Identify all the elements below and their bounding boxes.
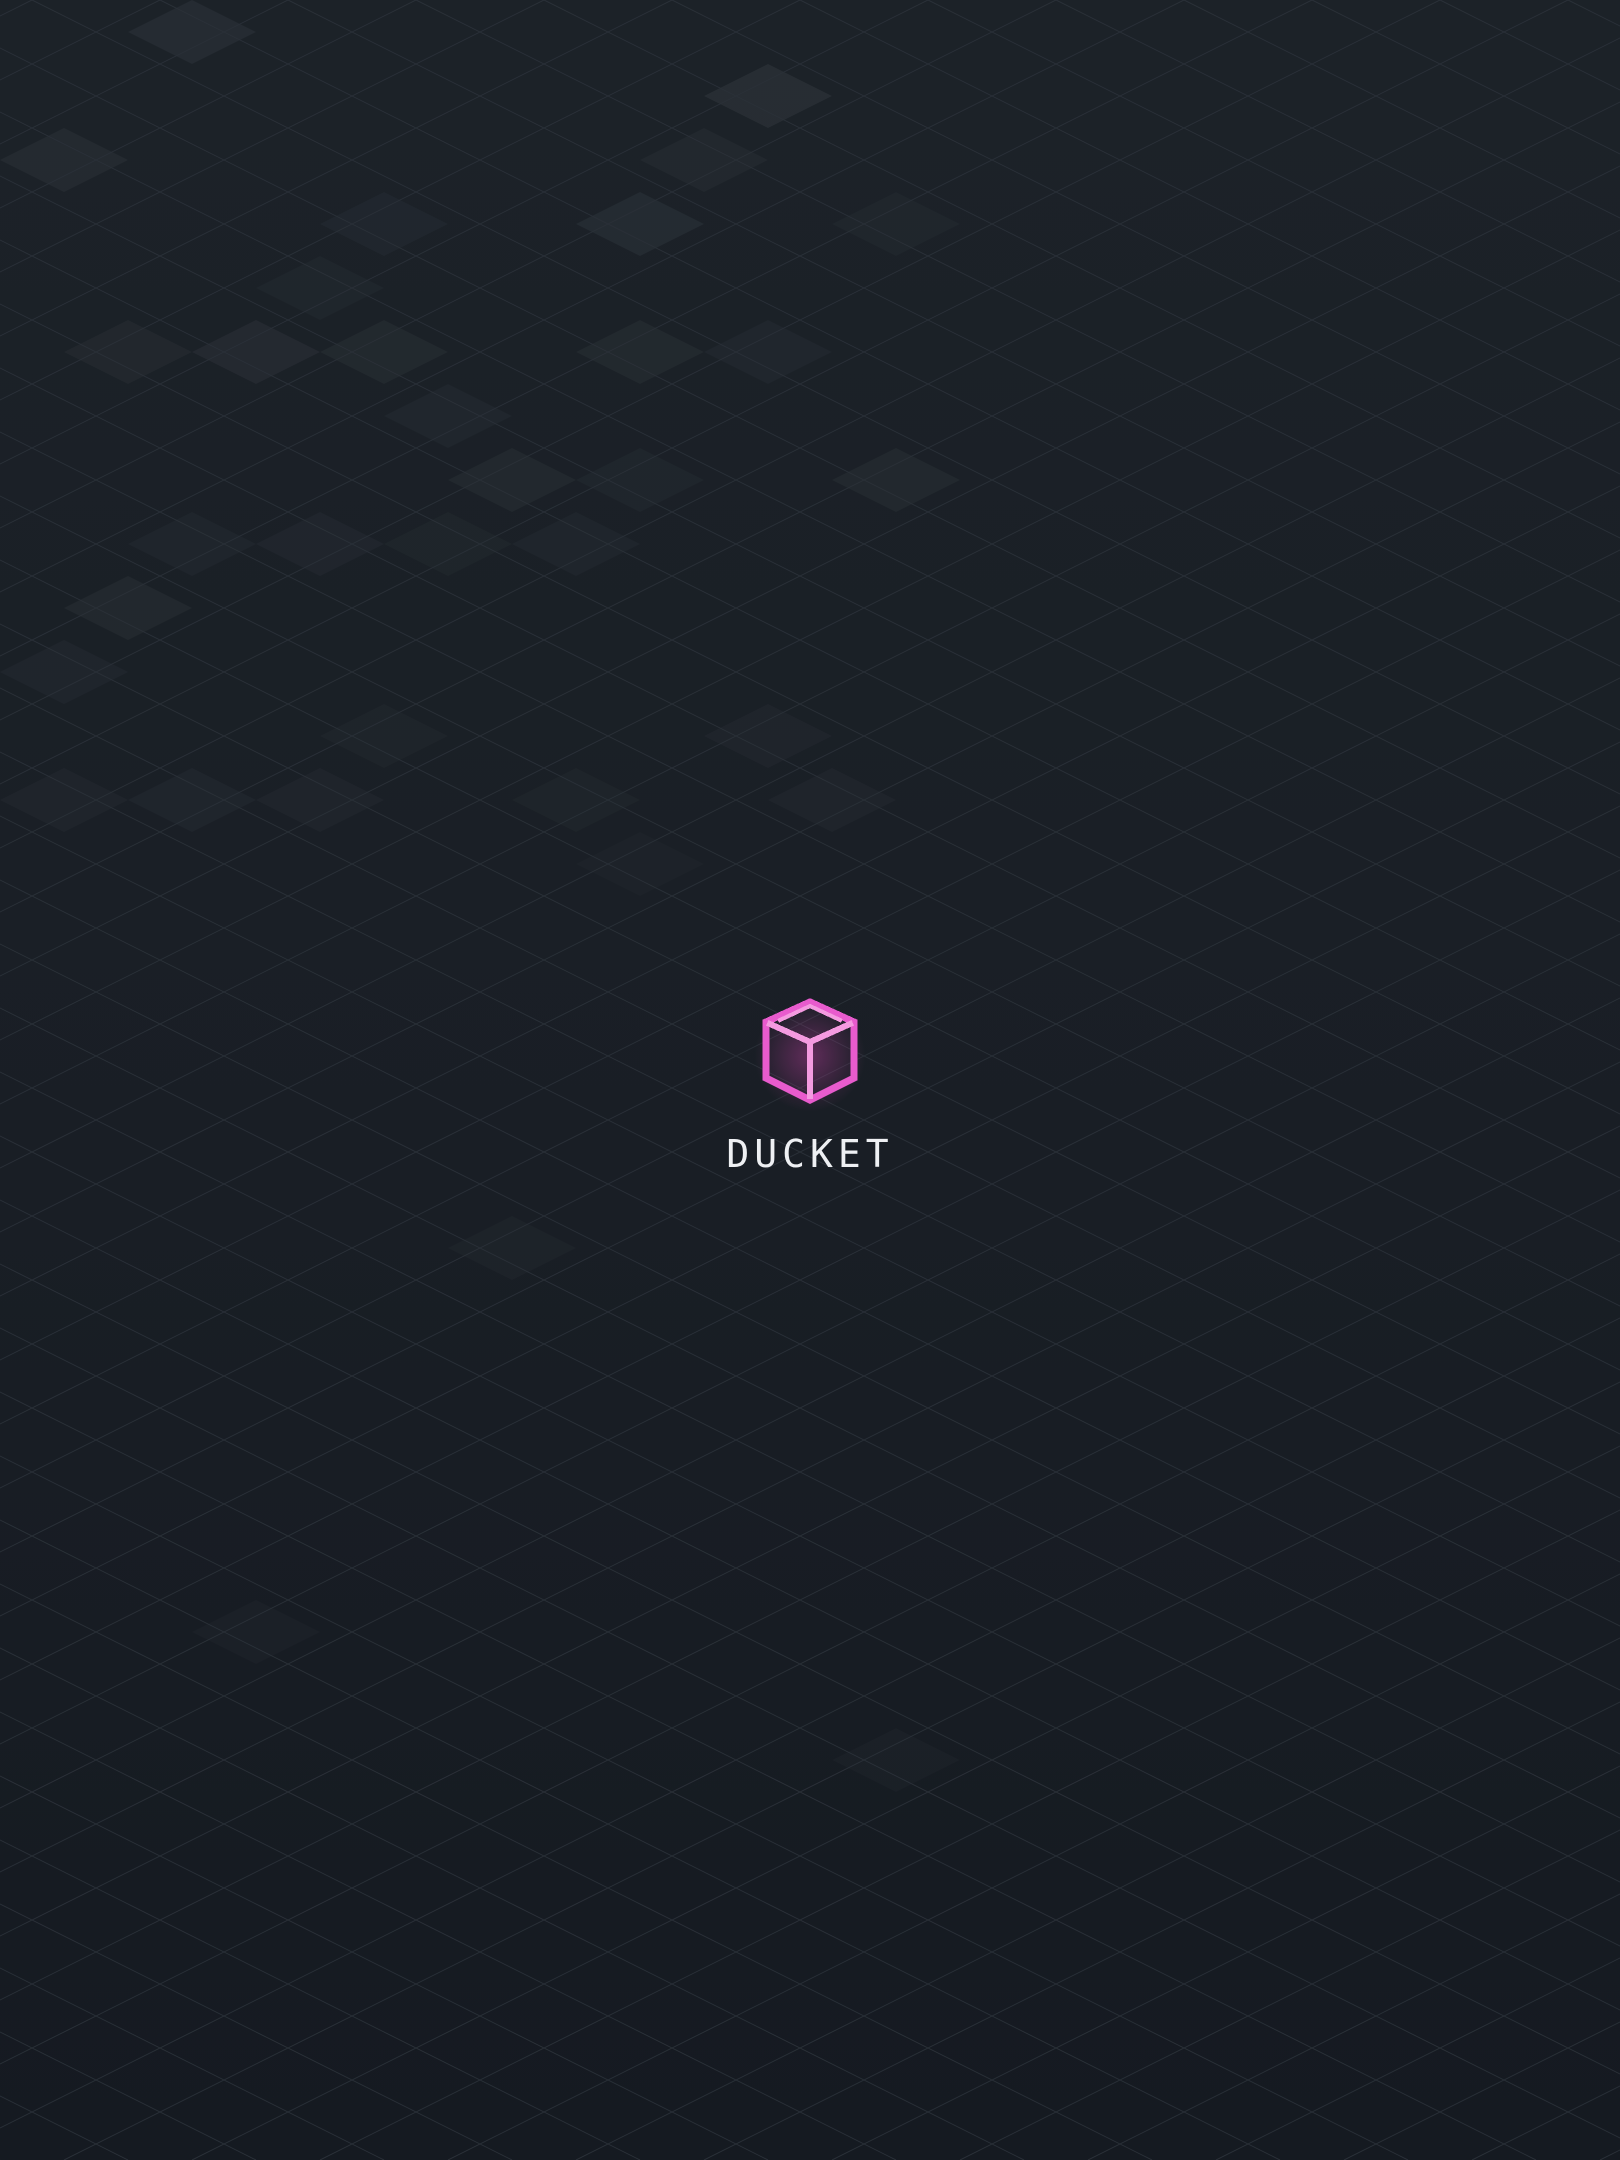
isometric-box-icon — [762, 998, 858, 1104]
app-name: DUCKET — [726, 1132, 894, 1176]
app-logo — [746, 992, 874, 1120]
splash-screen: DUCKET — [0, 0, 1620, 2160]
